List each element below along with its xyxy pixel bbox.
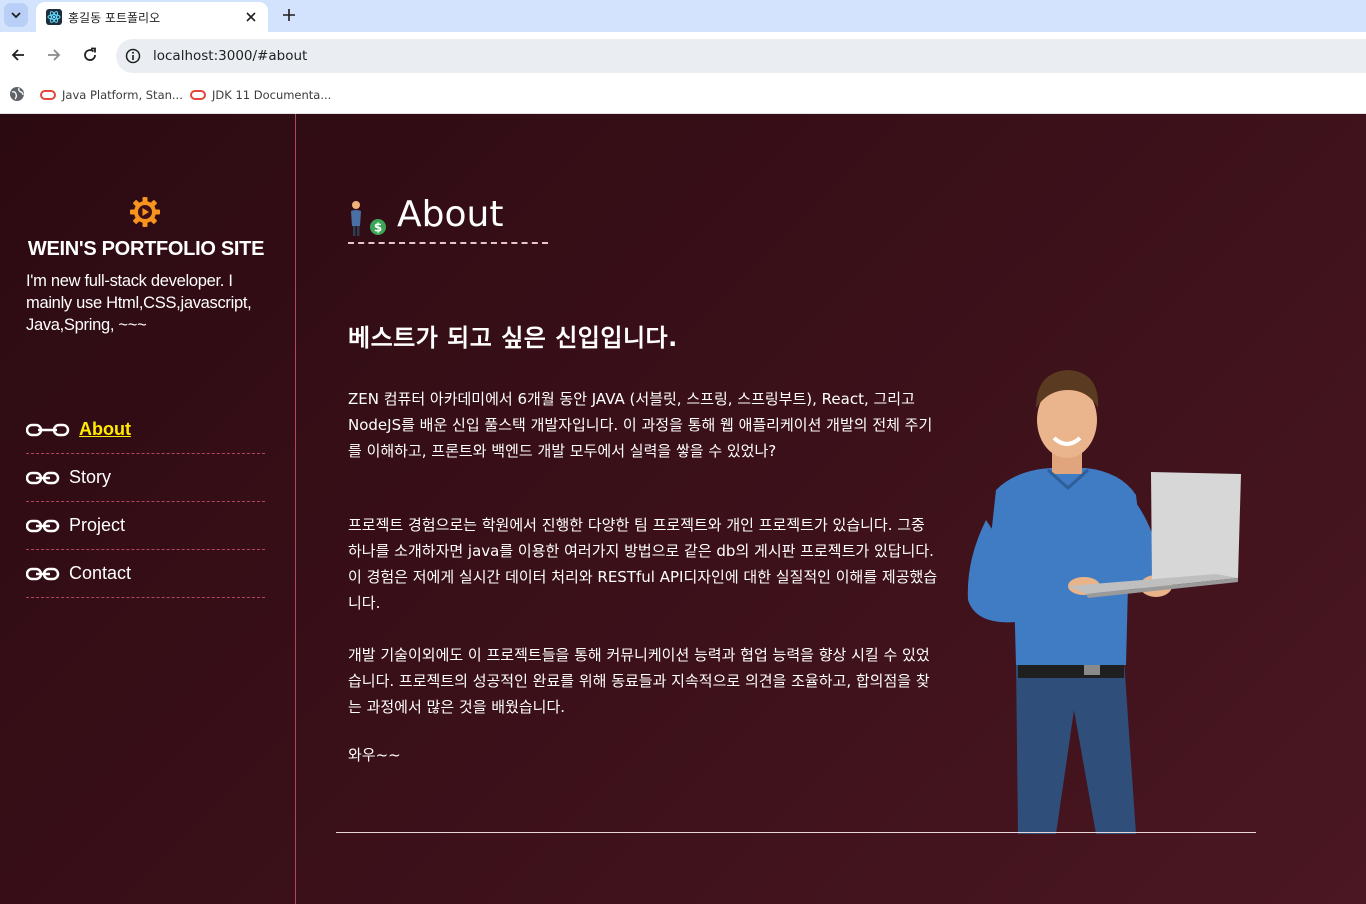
menu-label[interactable]: Project: [69, 515, 125, 536]
globe-icon[interactable]: [9, 86, 25, 102]
browser-tab[interactable]: 홍길동 포트폴리오: [36, 2, 268, 32]
forward-arrow-icon[interactable]: [42, 43, 66, 67]
section-heading: $ About: [348, 192, 548, 244]
reload-icon[interactable]: [78, 43, 102, 67]
skills-paragraph: 개발 기술이외에도 이 프로젝트들을 통해 커뮤니케이션 능력과 협업 능력을 …: [348, 646, 930, 716]
sidebar-menu: About Story Project Contact: [26, 406, 265, 598]
oracle-icon: [190, 90, 206, 100]
sidebar: WEIN'S PORTFOLIO SITE I'm new full-stack…: [0, 114, 296, 904]
back-arrow-icon[interactable]: [6, 43, 30, 67]
menu-label[interactable]: About: [79, 419, 131, 440]
section-title: About: [397, 194, 504, 235]
tab-title: 홍길동 포트폴리오: [68, 11, 161, 25]
link-chain-icon: [26, 422, 70, 438]
site-description: I'm new full-stack developer. I mainly u…: [26, 272, 252, 334]
bookmark-label: Java Platform, Stan...: [62, 88, 183, 102]
about-section: $ About 베스트가 되고 싶은 신입입니다. ZEN 컴퓨터 아카데미에서…: [336, 114, 1256, 904]
gear-play-icon: [130, 197, 160, 227]
section-divider: [336, 832, 1256, 833]
menu-label[interactable]: Contact: [69, 563, 131, 584]
bookmarks-bar: Java Platform, Stan... JDK 11 Documenta.…: [0, 79, 1366, 114]
site-info-icon[interactable]: [124, 47, 142, 65]
developer-with-laptop-image: [967, 370, 1241, 834]
menu-item-story[interactable]: Story: [26, 454, 265, 502]
site-title: WEIN'S PORTFOLIO SITE: [27, 238, 265, 260]
svg-text:$: $: [374, 221, 382, 235]
portfolio-page: WEIN'S PORTFOLIO SITE I'm new full-stack…: [0, 114, 1366, 904]
link-chain-icon: [26, 566, 70, 582]
oracle-icon: [40, 90, 56, 100]
intro-paragraph: ZEN 컴퓨터 아카데미에서 6개월 동안 JAVA (서블릿, 스프링, 스프…: [348, 390, 933, 460]
menu-item-project[interactable]: Project: [26, 502, 265, 550]
close-tab-icon[interactable]: [242, 8, 260, 26]
bookmark-jdk11-docs[interactable]: JDK 11 Documenta...: [190, 85, 331, 105]
browser-toolbar: localhost:3000/#about: [0, 32, 1366, 79]
url-text[interactable]: localhost:3000/#about: [153, 48, 307, 64]
menu-label[interactable]: Story: [69, 467, 111, 488]
closing-paragraph: 와우~~: [348, 746, 401, 764]
react-favicon-icon: [46, 9, 62, 25]
menu-item-about[interactable]: About: [26, 406, 265, 454]
tab-search-button[interactable]: [4, 3, 28, 27]
project-paragraph: 프로젝트 경험으로는 학원에서 진행한 다양한 팀 프로젝트와 개인 프로젝트가…: [348, 516, 938, 612]
subheading: 베스트가 되고 싶은 신입입니다.: [348, 324, 678, 352]
browser-tab-strip: 홍길동 포트폴리오: [0, 0, 1366, 32]
bookmark-java-platform[interactable]: Java Platform, Stan...: [40, 85, 183, 105]
link-chain-icon: [26, 518, 70, 534]
address-bar[interactable]: localhost:3000/#about: [116, 39, 1366, 73]
menu-item-contact[interactable]: Contact: [26, 550, 265, 598]
bookmark-label: JDK 11 Documenta...: [212, 88, 332, 102]
link-chain-icon: [26, 470, 70, 486]
businessman-money-icon: $: [351, 201, 386, 236]
chevron-down-icon: [11, 12, 21, 19]
new-tab-plus-icon[interactable]: [278, 4, 300, 26]
